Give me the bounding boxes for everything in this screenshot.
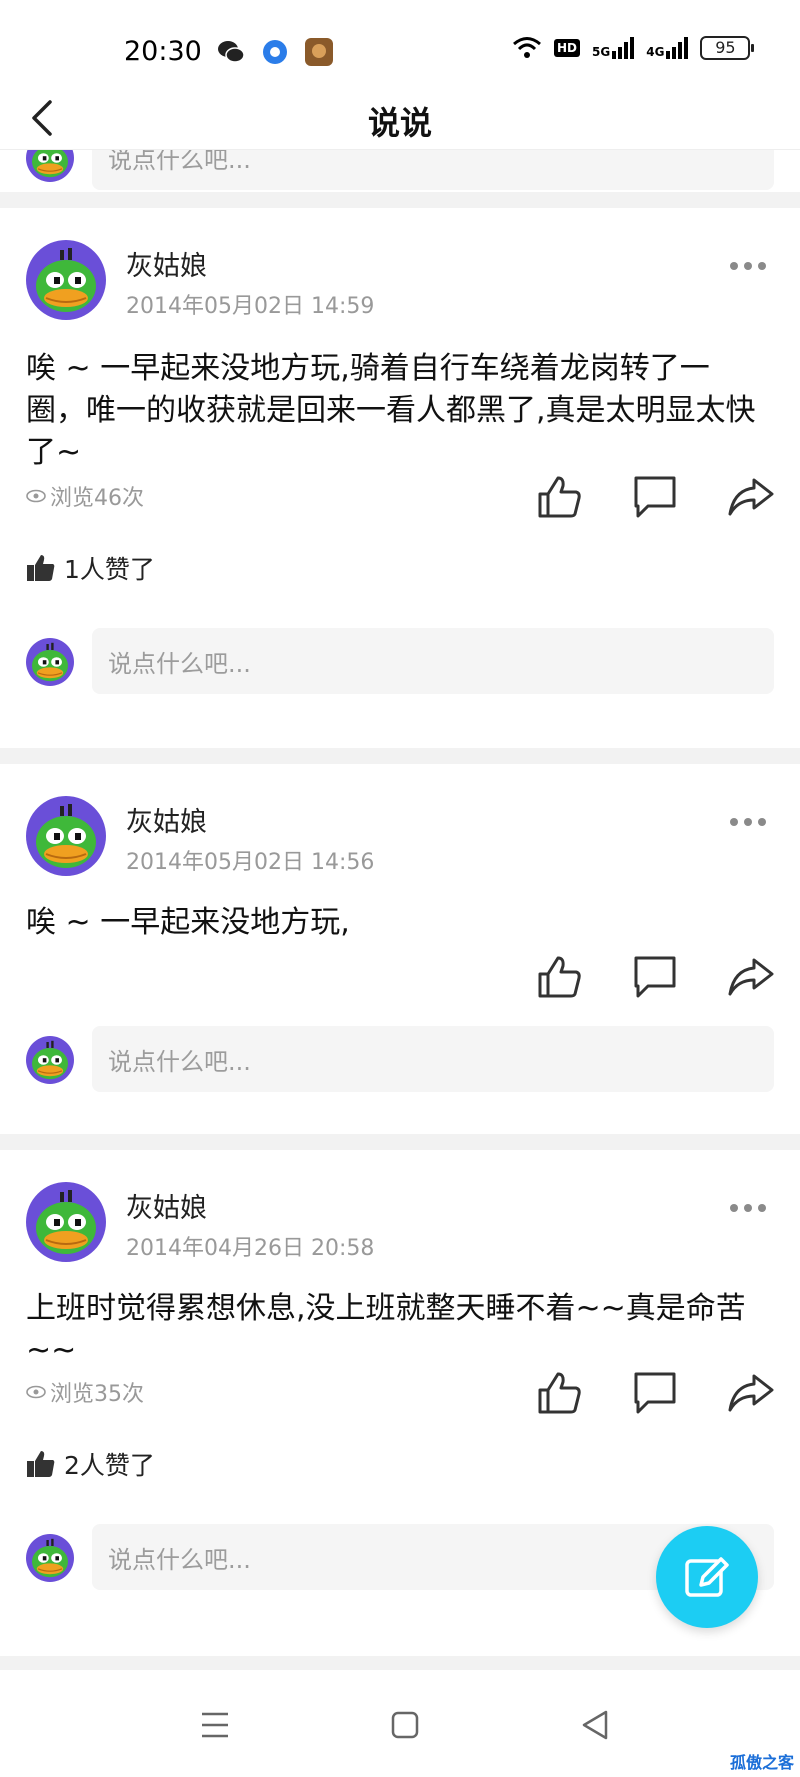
comment-button[interactable] bbox=[630, 952, 680, 1002]
wifi-icon bbox=[513, 37, 541, 58]
eye-icon bbox=[26, 1385, 46, 1399]
comment-button[interactable] bbox=[630, 1368, 680, 1418]
comment-button[interactable] bbox=[630, 472, 680, 522]
avatar bbox=[26, 1534, 74, 1582]
post-divider bbox=[0, 192, 800, 208]
signal-5g: 5G bbox=[592, 37, 635, 59]
signal-bars-icon bbox=[612, 37, 635, 59]
status-indicators: HD 5G 4G 95 bbox=[512, 36, 755, 60]
post-text: 唉 ~ 一早起来没地方玩, bbox=[26, 905, 350, 940]
share-button[interactable] bbox=[726, 472, 776, 522]
back-nav-icon[interactable] bbox=[570, 1700, 620, 1750]
post-time: 2014年05月02日 14:56 bbox=[126, 850, 375, 875]
post-text: 上班时觉得累想休息,没上班就整天睡不着~~真是命苦~~ bbox=[26, 1291, 746, 1368]
view-count: 浏览46次 bbox=[26, 480, 144, 512]
signal-4g: 4G bbox=[646, 37, 689, 59]
hd-label: HD bbox=[554, 39, 581, 57]
watermark: 孤傲之客 bbox=[729, 1753, 794, 1772]
like-summary: 1人赞了 bbox=[26, 550, 155, 586]
thumbs-up-icon bbox=[27, 1451, 55, 1477]
avatar[interactable] bbox=[26, 796, 106, 876]
status-app-icons bbox=[216, 38, 334, 66]
more-options-button[interactable] bbox=[726, 812, 770, 832]
status-bar: 20:30 HD 5G 4G 95 bbox=[0, 0, 800, 100]
like-button[interactable] bbox=[534, 952, 584, 1002]
more-options-button[interactable] bbox=[726, 256, 770, 276]
like-summary: 2人赞了 bbox=[26, 1446, 155, 1482]
post-divider bbox=[0, 748, 800, 764]
post-divider bbox=[0, 1134, 800, 1150]
post-time: 2014年04月26日 20:58 bbox=[126, 1236, 375, 1261]
share-button[interactable] bbox=[726, 952, 776, 1002]
menu-nav-icon[interactable] bbox=[190, 1700, 240, 1750]
game-app-icon bbox=[304, 38, 334, 66]
eye-icon bbox=[26, 489, 46, 503]
avatar bbox=[26, 1036, 74, 1084]
home-nav-icon[interactable] bbox=[380, 1700, 430, 1750]
status-time: 20:30 bbox=[124, 36, 202, 67]
edit-icon bbox=[685, 1557, 729, 1597]
page-title: 说说 bbox=[367, 104, 432, 142]
system-nav-bar: 孤傲之客 bbox=[0, 1670, 800, 1777]
view-count: 浏览35次 bbox=[26, 1376, 144, 1408]
share-button[interactable] bbox=[726, 1368, 776, 1418]
browser-icon bbox=[260, 38, 290, 66]
avatar bbox=[26, 638, 74, 686]
post-card: 灰姑娘 2014年05月02日 14:59 唉 ~ 一早起来没地方玩,骑着自行车… bbox=[0, 208, 800, 748]
avatar[interactable] bbox=[26, 1182, 106, 1262]
post-author[interactable]: 灰姑娘 bbox=[126, 1186, 207, 1225]
battery-indicator: 95 bbox=[700, 36, 755, 60]
comment-input[interactable]: 说点什么吧... bbox=[92, 628, 774, 694]
post-card: 灰姑娘 2014年05月02日 14:56 唉 ~ 一早起来没地方玩, 说点什么… bbox=[0, 764, 800, 1134]
comment-row: 说点什么吧... bbox=[0, 1026, 800, 1096]
like-button[interactable] bbox=[534, 472, 584, 522]
thumbs-up-icon bbox=[27, 555, 55, 581]
wechat-icon bbox=[216, 38, 246, 66]
feed[interactable]: 说点什么吧... 灰姑娘 2014年05月02日 14:59 唉 ~ 一早起来没… bbox=[0, 124, 800, 1672]
post-author[interactable]: 灰姑娘 bbox=[126, 800, 207, 839]
post-time: 2014年05月02日 14:59 bbox=[126, 294, 375, 319]
post-author[interactable]: 灰姑娘 bbox=[126, 244, 207, 283]
signal-bars-icon bbox=[666, 37, 689, 59]
more-options-button[interactable] bbox=[726, 1198, 770, 1218]
app-header: 说说 bbox=[0, 90, 800, 150]
post-text: 唉 ~ 一早起来没地方玩,骑着自行车绕着龙岗转了一圈，唯一的收获就是回来一看人都… bbox=[26, 351, 756, 470]
avatar[interactable] bbox=[26, 240, 106, 320]
compose-button[interactable] bbox=[656, 1526, 758, 1628]
comment-input[interactable]: 说点什么吧... bbox=[92, 1026, 774, 1092]
comment-row: 说点什么吧... bbox=[0, 628, 800, 698]
like-button[interactable] bbox=[534, 1368, 584, 1418]
